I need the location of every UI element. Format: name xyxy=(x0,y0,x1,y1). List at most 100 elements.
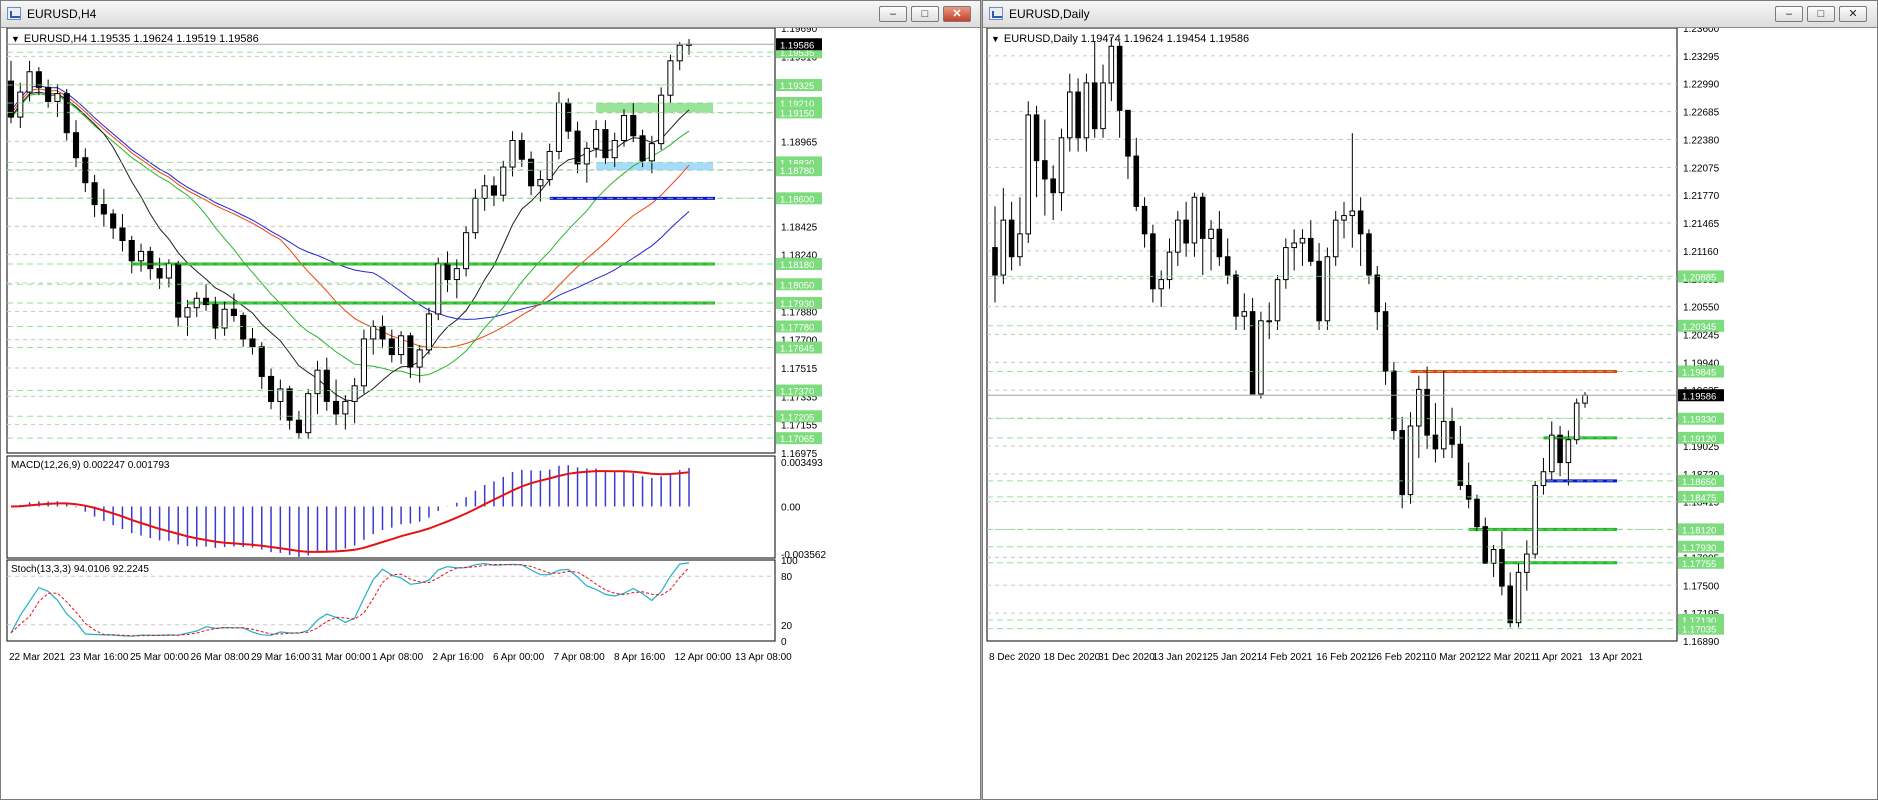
bullish-candle xyxy=(1241,311,1248,317)
price-tag-label: 1.17755 xyxy=(1682,559,1716,570)
bearish-candle xyxy=(528,158,535,187)
bullish-candle xyxy=(398,335,405,356)
price-tag-label: 1.18180 xyxy=(780,260,814,271)
bullish-candle xyxy=(1191,196,1198,244)
bullish-candle xyxy=(1067,91,1073,139)
h4-chart-area[interactable]: 1.196901.195101.193301.191501.189651.187… xyxy=(1,28,980,799)
bullish-candle xyxy=(546,150,553,181)
daily-chart-area[interactable]: 1.23600 1.23295 1.22990 1.22685 1.22380 1.220… xyxy=(983,28,1877,799)
bearish-candle xyxy=(91,182,98,206)
bearish-candle xyxy=(1424,388,1430,436)
chart-window-icon xyxy=(7,7,21,20)
bullish-candle xyxy=(1540,471,1547,486)
x-axis-tick-label: 7 Apr 08:00 xyxy=(554,652,606,663)
bullish-candle xyxy=(221,308,228,329)
bearish-candle xyxy=(323,369,330,402)
bullish-candle xyxy=(1532,484,1538,555)
h4-window-titlebar[interactable]: EURUSD,H4 – □ ✕ xyxy=(1,1,980,28)
x-axis-tick-label: 29 Mar 16:00 xyxy=(251,652,310,663)
h4-chart-canvas[interactable]: 1.196901.195101.193301.191501.189651.187… xyxy=(1,28,980,800)
price-tag-label: 1.18120 xyxy=(1682,525,1716,536)
bullish-candle xyxy=(342,400,349,415)
bearish-candle xyxy=(1366,233,1372,276)
bearish-candle xyxy=(1391,370,1397,432)
price-tag-label: 1.17645 xyxy=(780,344,814,355)
bullish-candle xyxy=(1266,320,1273,323)
bullish-candle xyxy=(1349,210,1356,217)
bearish-candle xyxy=(128,240,135,262)
bearish-candle xyxy=(1050,178,1056,194)
bullish-candle xyxy=(1025,114,1032,235)
bearish-candle xyxy=(295,419,302,434)
bullish-candle xyxy=(472,197,479,234)
bearish-candle xyxy=(992,247,998,276)
bullish-candle xyxy=(1158,279,1164,290)
daily-window-titlebar[interactable]: EURUSD,Daily – □ ✕ xyxy=(983,1,1877,28)
bullish-candle xyxy=(658,94,665,145)
y-axis-tick-label: 1.22075 xyxy=(1683,163,1720,174)
bearish-candle xyxy=(7,80,15,118)
restore-button[interactable]: ✕ xyxy=(1839,6,1867,22)
bearish-candle xyxy=(1399,430,1405,496)
bearish-candle xyxy=(1224,256,1231,276)
bearish-candle xyxy=(202,297,210,306)
chart-window-icon xyxy=(989,7,1003,20)
y-axis-tick-label: 1.22990 xyxy=(1683,80,1720,91)
daily-chart-canvas[interactable]: 1.23600 1.23295 1.22990 1.22685 1.22380 1.220… xyxy=(983,28,1877,800)
bearish-candle xyxy=(1150,233,1156,290)
bullish-candle xyxy=(1490,549,1497,564)
bearish-candle xyxy=(1507,585,1513,624)
bullish-candle xyxy=(137,250,145,262)
bearish-candle xyxy=(639,135,646,162)
bullish-candle xyxy=(26,71,33,93)
bearish-candle xyxy=(1457,443,1464,486)
stochastic-label: Stoch(13,3,3) 94.0106 92.2245 xyxy=(11,564,149,575)
h4-chart-window[interactable]: EURUSD,H4 – □ ✕ 1.196901.195101.193301.1… xyxy=(0,0,981,800)
x-axis-tick-label: 26 Mar 08:00 xyxy=(191,652,250,663)
bullish-candle xyxy=(1324,256,1331,322)
h4-symbol-info: ▼ EURUSD,H4 1.19535 1.19624 1.19519 1.195… xyxy=(11,33,259,45)
bullish-candle xyxy=(1341,215,1347,221)
x-axis-tick-label: 4 Feb 2021 xyxy=(1262,652,1313,663)
macd-y-tick-label: 0.00 xyxy=(781,503,801,514)
bearish-candle xyxy=(379,325,386,340)
y-axis-tick-label: 1.22685 xyxy=(1683,108,1720,119)
bullish-candle xyxy=(1582,394,1588,404)
bullish-candle xyxy=(1108,45,1115,84)
maximize-button[interactable]: □ xyxy=(1807,6,1835,22)
x-axis-tick-label: 10 Mar 2021 xyxy=(1425,652,1482,663)
x-axis-tick-label: 1 Apr 08:00 xyxy=(372,652,424,663)
bullish-candle xyxy=(620,115,628,141)
bearish-candle xyxy=(574,130,581,165)
price-tag-label: 1.17780 xyxy=(780,322,814,333)
bullish-candle xyxy=(351,385,358,402)
price-tag-label: 1.17065 xyxy=(780,434,814,445)
minimize-button[interactable]: – xyxy=(1775,6,1803,22)
price-tag-label: 1.18780 xyxy=(780,166,814,177)
maximize-button[interactable]: □ xyxy=(911,6,939,22)
bearish-candle xyxy=(388,338,395,356)
x-axis-tick-label: 2 Apr 16:00 xyxy=(433,652,485,663)
bearish-candle xyxy=(630,115,637,137)
bearish-candle xyxy=(1183,219,1189,244)
daily-chart-window[interactable]: EURUSD,Daily – □ ✕ 1.23600 1.23295 1.22990… xyxy=(982,0,1878,800)
bullish-candle xyxy=(1000,219,1007,276)
bullish-candle xyxy=(1565,439,1572,464)
bearish-candle xyxy=(147,250,154,270)
y-axis-tick-label: 1.18425 xyxy=(781,222,818,233)
bullish-candle xyxy=(1440,420,1447,450)
bullish-candle xyxy=(1299,237,1306,244)
bearish-candle xyxy=(100,204,107,215)
bearish-candle xyxy=(1091,82,1098,130)
bullish-candle xyxy=(500,166,507,196)
daily-window-title: EURUSD,Daily xyxy=(1009,7,1090,21)
bullish-candle xyxy=(1017,233,1023,258)
minimize-button[interactable]: – xyxy=(879,6,907,22)
current-price-tag-label: 1.19586 xyxy=(1682,391,1716,402)
y-axis-tick-label: 1.23600 xyxy=(1683,28,1720,35)
bullish-candle xyxy=(370,325,377,340)
bullish-candle xyxy=(1208,228,1214,239)
bearish-candle xyxy=(1216,228,1223,258)
macd-label: MACD(12,26,9) 0.002247 0.001793 xyxy=(11,460,170,471)
close-button[interactable]: ✕ xyxy=(943,6,971,22)
